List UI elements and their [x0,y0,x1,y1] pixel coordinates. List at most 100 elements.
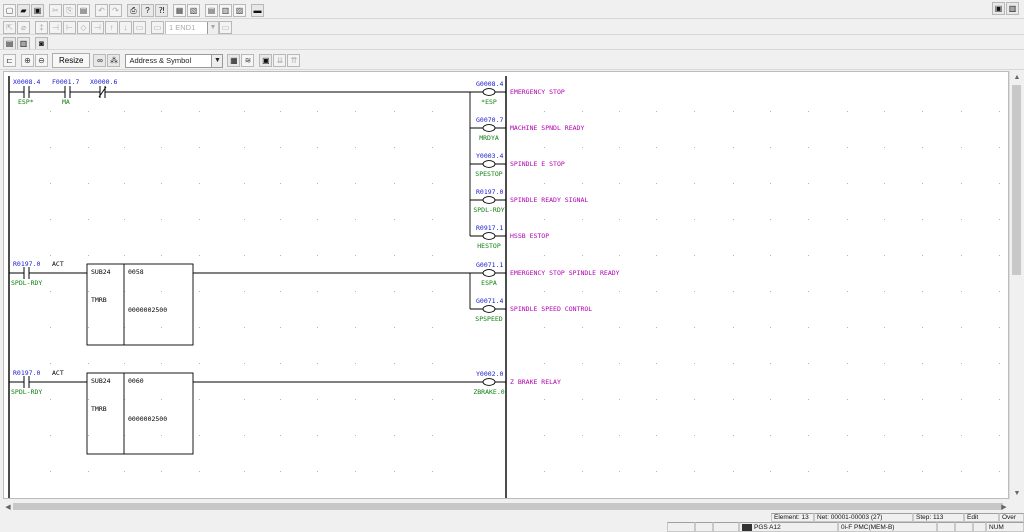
coil-g0071-4[interactable]: G0071.4 SPSPEED SPINDLE SPEED CONTROL [470,297,592,323]
net-list-icon[interactable]: ≋ [241,54,255,67]
status-blank-1 [667,522,695,532]
copy-icon[interactable]: ⎘ [63,4,76,17]
rung-1[interactable]: X0008.4 ESP* F0001.7 MA X0000.6 [9,78,471,236]
contact-address: X0000.6 [90,78,117,86]
function-block-tmrb-0058[interactable]: SUB24 TMRB 0058 0000002500 [86,263,194,346]
insert-net-icon[interactable]: ⊏ [3,54,16,67]
vertical-scroll-thumb[interactable] [1012,85,1021,275]
undo-icon[interactable]: ↶ [95,4,108,17]
cnc-connect-icon[interactable]: ▣ [992,2,1005,15]
status-mode: Edit [964,513,999,522]
coil-address: Y0002.0 [476,370,503,378]
scroll-left-icon[interactable]: ◀ [3,501,13,512]
vline-down-icon[interactable]: ↓ [119,21,132,34]
overview-icon[interactable]: ▣ [259,54,273,67]
comment-tool-icon[interactable]: ⌀ [17,21,30,34]
view-f-icon[interactable]: ▬ [251,4,264,17]
coil-comment: SPINDLE SPEED CONTROL [510,305,592,313]
coil-comment: SPINDLE READY SIGNAL [510,196,588,204]
rung-2[interactable]: R0197.0 SPDL-RDY ACT SUB24 TMRB 0058 000… [9,260,471,346]
move-down-icon[interactable]: ⇊ [273,54,287,67]
rung-3[interactable]: R0197.0 SPDL-RDY ACT SUB24 TMRB 0060 000… [9,369,470,455]
vline-up-icon[interactable]: ↑ [105,21,118,34]
coil-address: G0071.4 [476,297,503,305]
horizontal-scrollbar[interactable]: ◀ ▶ [3,501,1009,512]
net-select-value: 1 END1 [169,23,196,32]
net-jump-icon[interactable]: ▭ [151,21,164,34]
horizontal-scroll-thumb[interactable] [13,503,1003,510]
coil-address: G0008.4 [476,80,503,88]
status-program-text: PGS A12 [754,523,781,531]
cut-icon[interactable]: ✂ [49,4,62,17]
coil-r0917-1[interactable]: R0917.1 HESTOP HSSB ESTOP [470,224,549,250]
coil-g0008-4[interactable]: G0008.4 *ESP EMERGENCY STOP [470,80,565,106]
ladder-diagram: X0008.4 ESP* F0001.7 MA X0000.6 G0008.4 *… [8,76,1000,498]
coil-symbol: ZBRAKE.0 [473,388,504,396]
coil-g0071-1[interactable]: G0071.1 ESPA EMERGENCY STOP SPINDLE READY [470,261,620,287]
block-type: TMRB [91,296,107,304]
contact-r0197-0-b[interactable]: R0197.0 SPDL-RDY [11,369,42,396]
net-options-icon[interactable]: ▭ [219,21,232,34]
contact-symbol: MA [62,98,70,106]
block-name: SUB24 [91,268,111,276]
view-a-icon[interactable]: ▦ [173,4,186,17]
block-type: TMRB [91,405,107,413]
nc-contact-icon[interactable]: ⊣ [49,21,62,34]
block-preset: 0000002500 [128,306,167,314]
coil-y0002-0[interactable]: Y0002.0 ZBRAKE.0 Z BRAKE RELAY [470,370,561,396]
select-tool-icon[interactable]: ⇱ [3,21,16,34]
coil-y0003-4[interactable]: Y0003.4 SPESTOP SPINDLE E STOP [470,152,565,178]
display-mode-combo[interactable]: Address & Symbol ▼ [125,53,224,68]
status-blank-5 [955,522,973,532]
new-icon[interactable]: ▢ [3,4,16,17]
coil-icon[interactable]: ⊢ [63,21,76,34]
scroll-up-icon[interactable]: ▲ [1010,71,1024,83]
func-block-icon[interactable]: ▭ [133,21,146,34]
coil-r0197-0[interactable]: R0197.0 SPDL-RDY SPINDLE READY SIGNAL [470,188,588,214]
move-up-icon[interactable]: ⇈ [287,54,301,67]
contact-symbol: SPDL-RDY [11,388,42,396]
chevron-down-icon: ▼ [207,21,218,34]
view-b-icon[interactable]: ▧ [187,4,200,17]
view-d-icon[interactable]: ▥ [219,4,232,17]
zoom-toolbar: ⊏ ⊕ ⊖ Resize ∞ ⁂ Address & Symbol ▼ ▦ ≋ … [3,52,301,69]
chevron-down-icon: ▼ [211,54,223,67]
status-element: Element: 13 [771,513,814,522]
contact-address: R0197.0 [13,260,40,268]
open-icon[interactable]: ▰ [17,4,30,17]
binoculars-icon[interactable]: ∞ [93,54,107,67]
function-block-tmrb-0060[interactable]: SUB24 TMRB 0060 0000002500 [86,372,194,455]
view-e-icon[interactable]: ▨ [233,4,246,17]
coil-group: G0008.4 *ESP EMERGENCY STOP G0070.7 MRDYA MAC… [470,80,620,396]
save-icon[interactable]: ▣ [31,4,44,17]
scroll-right-icon[interactable]: ▶ [999,501,1009,512]
coil-address: Y0003.4 [476,152,503,160]
hline-icon[interactable]: ⊣ [91,21,104,34]
paste-icon[interactable]: ▤ [77,4,90,17]
contact-x0000-6[interactable]: X0000.6 [90,78,117,98]
net-select-combo[interactable]: 1 END1 ▼ [165,20,219,35]
diamond-icon[interactable]: ◇ [77,21,90,34]
contact-r0197-0[interactable]: R0197.0 SPDL-RDY [11,260,42,287]
help-icon[interactable]: ⁈ [155,4,168,17]
zoom-in-icon[interactable]: ⊕ [21,54,34,67]
find-icon[interactable]: ? [141,4,154,17]
find-replace-icon[interactable]: ⁂ [107,54,121,67]
no-contact-icon[interactable]: ‡ [35,21,48,34]
scroll-down-icon[interactable]: ▼ [1010,487,1024,499]
coil-address: R0197.0 [476,188,503,196]
ladder-editor-canvas[interactable]: X0008.4 ESP* F0001.7 MA X0000.6 G0008.4 *… [3,71,1009,499]
view-c-icon[interactable]: ▤ [205,4,218,17]
status-blank-3 [713,522,739,532]
cnc-status-icon[interactable]: ▥ [1006,2,1019,15]
grid-view-icon[interactable]: ▦ [227,54,241,67]
print-icon[interactable]: ⎙ [127,4,140,17]
window-controls: ▣ ▥ [992,2,1020,15]
coil-g0070-7[interactable]: G0070.7 MRDYA MACHINE SPNDL READY [470,116,584,142]
coil-symbol: *ESP [481,98,497,106]
vertical-scrollbar[interactable]: ▲ ▼ [1009,71,1023,499]
redo-icon[interactable]: ↷ [109,4,122,17]
zoom-out-icon[interactable]: ⊖ [35,54,48,67]
resize-button[interactable]: Resize [52,53,91,68]
status-pmc: 0i-F PMC(MEM-B) [838,522,937,532]
